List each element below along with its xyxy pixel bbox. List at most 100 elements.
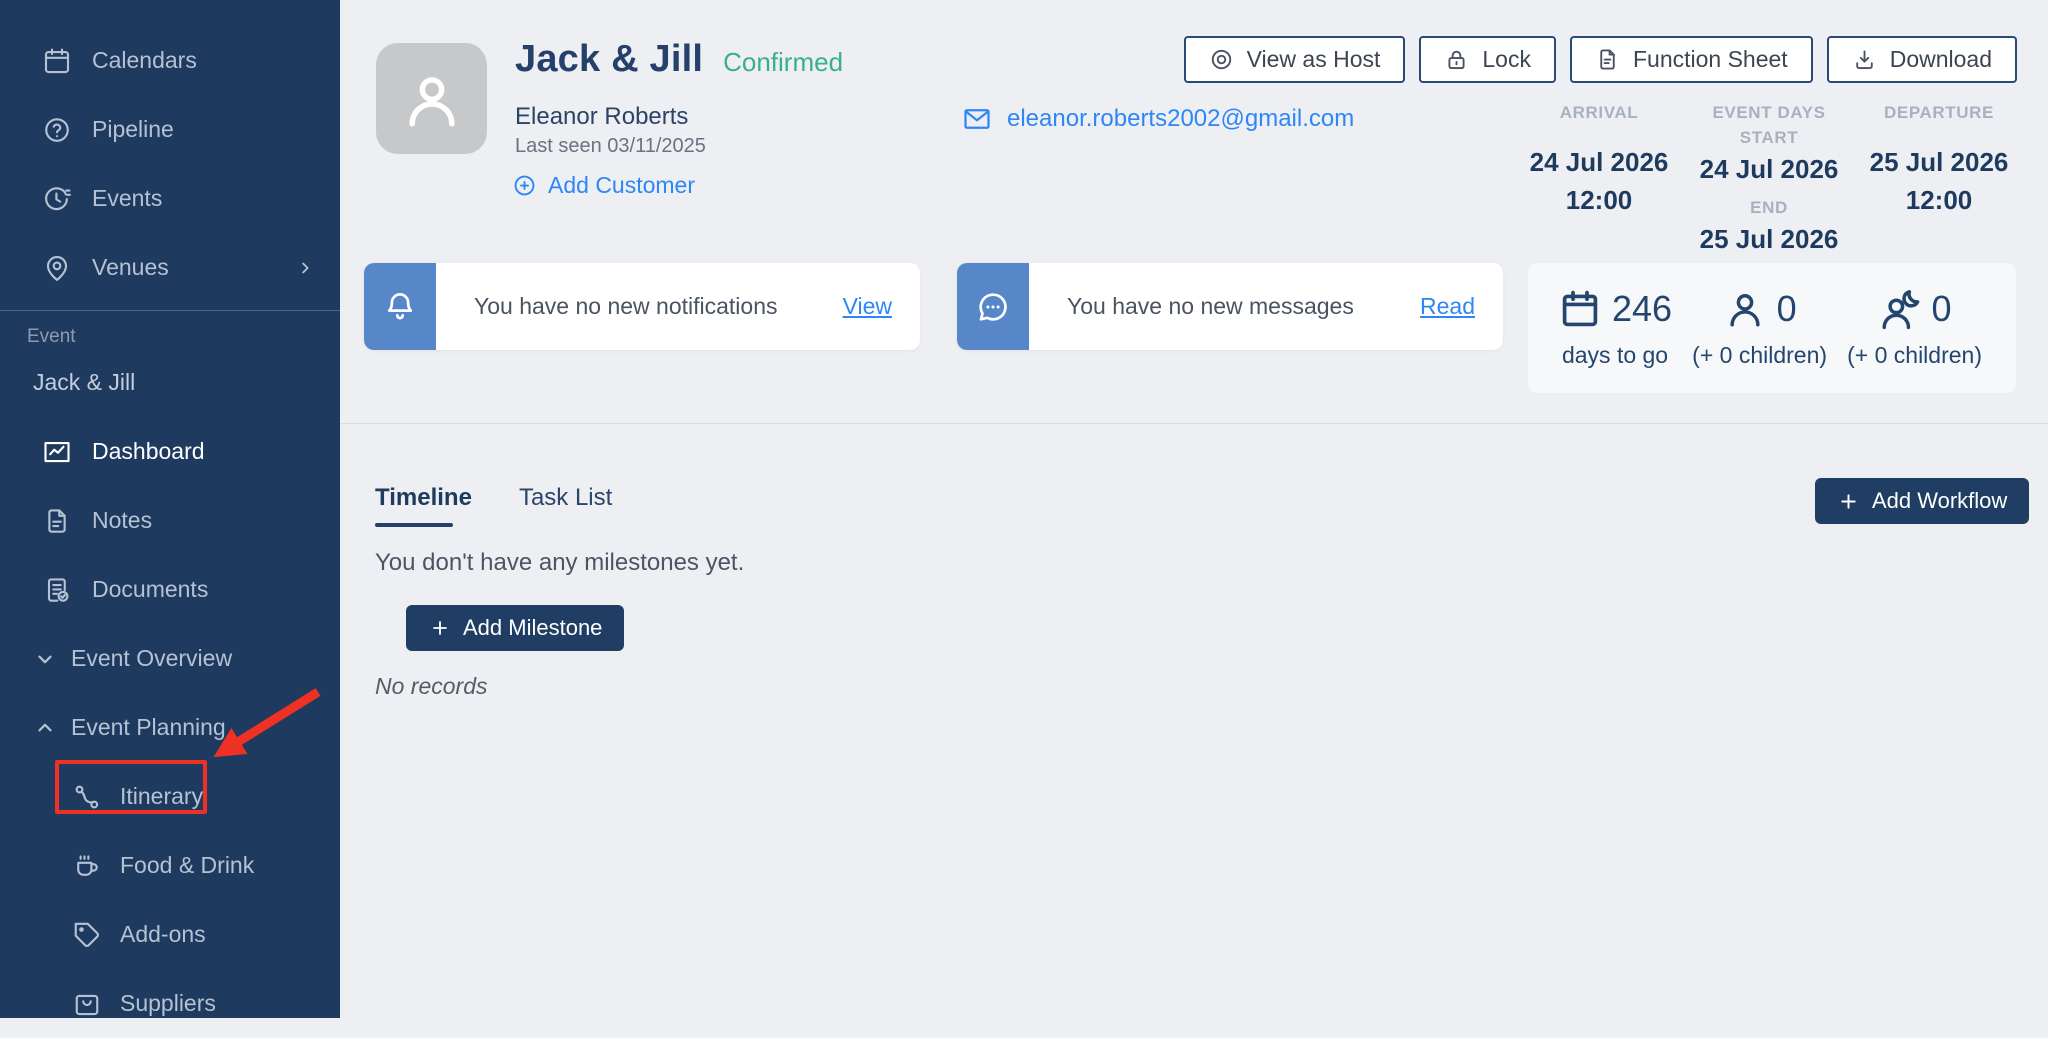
sidebar-item-calendars[interactable]: Calendars bbox=[0, 26, 340, 95]
main-content: Jack & Jill Confirmed Eleanor Roberts La… bbox=[340, 0, 2048, 1018]
bell-icon bbox=[382, 289, 418, 325]
active-tab-indicator bbox=[375, 523, 453, 527]
sidebar-item-food-drink[interactable]: Food & Drink bbox=[0, 831, 340, 900]
stat-value: 246 bbox=[1612, 288, 1673, 329]
sidebar-item-label: Food & Drink bbox=[120, 852, 255, 878]
start-label: START bbox=[1739, 128, 1799, 147]
help-circle-icon bbox=[42, 115, 72, 145]
sidebar-item-label: Notes bbox=[92, 507, 153, 533]
sidebar-item-label: Suppliers bbox=[120, 990, 216, 1016]
event-dates: ARRIVAL 24 Jul 2026 12:00 EVENT DAYS STA… bbox=[1514, 102, 2024, 254]
sidebar-item-suppliers[interactable]: Suppliers bbox=[0, 969, 340, 1038]
sidebar-item-label: Dashboard bbox=[92, 438, 205, 464]
start-date: 24 Jul 2026 bbox=[1699, 154, 1839, 184]
sidebar: Calendars Pipeline Events Venues Event J… bbox=[0, 0, 340, 1018]
document-check-icon bbox=[42, 575, 72, 605]
read-messages-link[interactable]: Read bbox=[1420, 293, 1475, 320]
stats-card: 246 days to go 0 (+ 0 children) 0 (+ 0 c… bbox=[1528, 263, 2016, 393]
button-label: Function Sheet bbox=[1632, 46, 1788, 72]
page-title: Jack & Jill bbox=[515, 38, 704, 80]
note-icon bbox=[42, 506, 72, 536]
sidebar-item-add-ons[interactable]: Add-ons bbox=[0, 900, 340, 969]
sidebar-item-itinerary[interactable]: Itinerary bbox=[0, 762, 340, 831]
sidebar-item-events[interactable]: Events bbox=[0, 164, 340, 233]
stat-label: (+ 0 children) bbox=[1847, 342, 1982, 368]
sidebar-item-pipeline[interactable]: Pipeline bbox=[0, 95, 340, 164]
sidebar-item-label: Event Planning bbox=[71, 714, 226, 740]
calendar-icon bbox=[1558, 287, 1602, 331]
plus-icon bbox=[1837, 490, 1860, 513]
chevron-up-icon bbox=[34, 717, 56, 739]
stat-label: (+ 0 children) bbox=[1692, 342, 1828, 368]
arrival-date: 24 Jul 2026 bbox=[1529, 147, 1669, 177]
button-label: Lock bbox=[1482, 46, 1531, 72]
departure-column: DEPARTURE 25 Jul 2026 12:00 bbox=[1854, 102, 2024, 254]
end-label: END bbox=[1750, 198, 1788, 217]
calendar-icon bbox=[42, 46, 72, 76]
button-label: Download bbox=[1889, 46, 1992, 72]
message-icon-square bbox=[957, 263, 1029, 350]
sidebar-item-label: Events bbox=[92, 185, 163, 211]
sidebar-item-venues[interactable]: Venues bbox=[0, 233, 340, 302]
no-records-text: No records bbox=[375, 673, 488, 699]
messages-text: You have no new messages bbox=[1067, 293, 1354, 319]
notifications-text: You have no new notifications bbox=[474, 293, 778, 319]
view-icon bbox=[1209, 47, 1234, 72]
tab-timeline[interactable]: Timeline bbox=[375, 484, 472, 512]
stat-label: days to go bbox=[1561, 342, 1669, 368]
chevron-right-icon bbox=[296, 259, 314, 277]
departure-label: DEPARTURE bbox=[1884, 103, 1994, 122]
sidebar-item-documents[interactable]: Documents bbox=[0, 555, 340, 624]
coffee-icon bbox=[72, 851, 102, 881]
download-icon bbox=[1852, 47, 1877, 72]
view-as-host-button[interactable]: View as Host bbox=[1183, 36, 1406, 83]
add-milestone-button[interactable]: Add Milestone bbox=[406, 605, 625, 651]
add-customer-button[interactable]: Add Customer bbox=[512, 172, 695, 199]
add-milestone-label: Add Milestone bbox=[463, 615, 603, 640]
download-button[interactable]: Download bbox=[1826, 36, 2017, 83]
sidebar-event-name: Jack & Jill bbox=[33, 369, 136, 395]
stat-value: 0 bbox=[1931, 288, 1952, 329]
file-icon bbox=[1595, 47, 1620, 72]
customer-email-link[interactable]: eleanor.roberts2002@gmail.com bbox=[962, 104, 1354, 134]
sidebar-item-event-planning[interactable]: Event Planning bbox=[0, 693, 340, 762]
stat-value: 0 bbox=[1776, 288, 1797, 329]
sidebar-item-dashboard[interactable]: Dashboard bbox=[0, 417, 340, 486]
sidebar-item-notes[interactable]: Notes bbox=[0, 486, 340, 555]
end-date: 25 Jul 2026 bbox=[1699, 224, 1839, 254]
sidebar-item-label: Itinerary bbox=[120, 783, 204, 809]
customer-email: eleanor.roberts2002@gmail.com bbox=[1007, 105, 1355, 132]
add-workflow-label: Add Workflow bbox=[1872, 488, 2008, 513]
tag-icon bbox=[72, 920, 102, 950]
tab-task-list[interactable]: Task List bbox=[519, 484, 612, 512]
sidebar-item-label: Event Overview bbox=[71, 645, 233, 671]
section-divider bbox=[340, 423, 2048, 424]
case-icon bbox=[72, 989, 102, 1019]
map-pin-icon bbox=[42, 253, 72, 283]
messages-card: You have no new messages Read bbox=[957, 263, 1503, 350]
chart-icon bbox=[42, 437, 72, 467]
lock-button[interactable]: Lock bbox=[1419, 36, 1556, 83]
stat-guests: 0 (+ 0 children) bbox=[1692, 287, 1827, 393]
envelope-icon bbox=[962, 104, 992, 134]
function-sheet-button[interactable]: Function Sheet bbox=[1569, 36, 1813, 83]
empty-milestones-message: You don't have any milestones yet. bbox=[375, 549, 745, 576]
plus-icon bbox=[428, 617, 451, 640]
status-badge: Confirmed bbox=[723, 47, 844, 77]
stat-days-to-go: 246 days to go bbox=[1558, 287, 1672, 393]
header-actions: View as Host Lock Function Sheet Downloa… bbox=[1183, 36, 2017, 83]
sidebar-item-label: Calendars bbox=[92, 47, 197, 73]
notifications-card: You have no new notifications View bbox=[364, 263, 920, 350]
add-workflow-button[interactable]: Add Workflow bbox=[1815, 478, 2030, 524]
sidebar-item-event-overview[interactable]: Event Overview bbox=[0, 624, 340, 693]
clock-icon bbox=[42, 184, 72, 214]
arrival-label: ARRIVAL bbox=[1559, 103, 1639, 122]
view-notifications-link[interactable]: View bbox=[843, 293, 892, 320]
arrival-column: ARRIVAL 24 Jul 2026 12:00 bbox=[1514, 102, 1684, 254]
sidebar-item-label: Documents bbox=[92, 576, 209, 602]
person-icon bbox=[1723, 287, 1767, 331]
avatar bbox=[376, 43, 487, 154]
route-icon bbox=[72, 782, 102, 812]
chat-bubble-icon bbox=[975, 289, 1011, 325]
stat-overnight-guests: 0 (+ 0 children) bbox=[1847, 287, 1982, 393]
